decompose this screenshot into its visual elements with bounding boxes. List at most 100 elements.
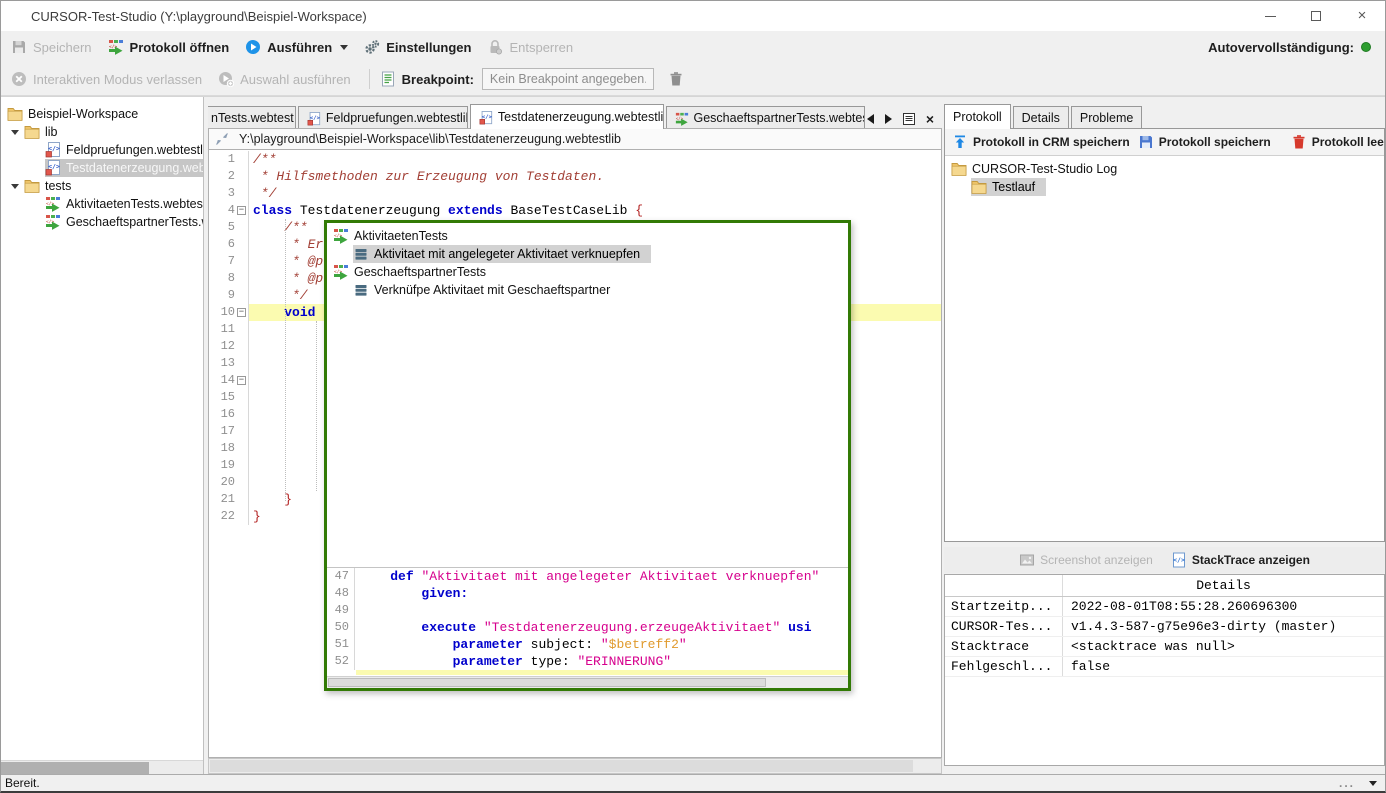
editor-tab-feldpruefungen-webtestlib[interactable]: </>Feldpruefungen.webtestlib	[298, 106, 468, 129]
teststep-tree-item-aktivitaet-mit-angelegeter-aktivitaet-verknuepfen[interactable]: Aktivitaet mit angelegeter Aktivitaet ve…	[327, 245, 848, 263]
open-protocol-button[interactable]: </> Protokoll öffnen	[108, 39, 230, 55]
log-detail-buttons: Screenshot anzeigen </> StackTrace anzei…	[944, 547, 1385, 573]
line-number: 7	[228, 253, 235, 270]
detail-key: CURSOR-Tes...	[945, 617, 1063, 636]
close-button[interactable]: ×	[1339, 1, 1385, 31]
fold-toggle-icon[interactable]: −	[237, 376, 246, 385]
protocol-tab-protokoll[interactable]: Protokoll	[944, 104, 1011, 129]
run-dropdown-caret[interactable]	[340, 45, 348, 50]
minimize-button[interactable]	[1247, 1, 1293, 31]
sidebar-horizontal-scrollbar[interactable]	[1, 760, 203, 774]
editor-scrollbar-thumb[interactable]	[210, 760, 913, 772]
tab-label: GeschaeftspartnerTests.webtest	[694, 111, 865, 125]
maximize-button[interactable]	[1293, 1, 1339, 31]
line-number: 47	[335, 568, 349, 585]
detail-value: 2022-08-01T08:55:28.260696300	[1063, 597, 1384, 616]
folder-icon	[24, 124, 40, 140]
editor-tab-testdatenerzeugung-webtestlib[interactable]: </>Testdatenerzeugung.webtestlib	[470, 104, 664, 129]
settings-button[interactable]: Einstellungen	[364, 39, 471, 55]
workspace-tree-panel: Beispiel-Workspace lib </>Feldpruefungen.w…	[1, 97, 204, 774]
workspace-tree-item-testdatenerzeugung-webtestlib[interactable]: </>Testdatenerzeugung.webtestlib	[1, 159, 203, 177]
protocol-tab-probleme[interactable]: Probleme	[1071, 106, 1143, 129]
protocol-tab-bar: ProtokollDetailsProbleme	[944, 104, 1385, 129]
line-number: 10	[221, 304, 235, 321]
line-number: 5	[228, 219, 235, 236]
code-text: def "Aktivitaet mit angelegeter Aktivita…	[355, 568, 848, 585]
tree-item-label: lib	[44, 125, 61, 139]
detail-row-cursor-tes[interactable]: CURSOR-Tes...v1.4.3-587-g75e96e3-dirty (…	[945, 617, 1384, 637]
status-dots-icon: ...	[1339, 779, 1355, 787]
tab-scroll-left-icon[interactable]	[867, 114, 874, 124]
workspace-tree-item-aktivitaetentests-webtest[interactable]: </>AktivitaetenTests.webtest	[1, 195, 203, 213]
save-button[interactable]: Speichern	[11, 39, 92, 55]
detail-row-fehlgeschl[interactable]: Fehlgeschl...false	[945, 657, 1384, 677]
expand-arrow-icon[interactable]	[11, 130, 19, 135]
workspace-tree-item-tests[interactable]: tests	[1, 177, 203, 195]
tree-item-label: GeschaeftspartnerTests.webtest	[65, 215, 203, 229]
popup-highlight-strip	[356, 670, 848, 675]
expand-arrow-icon[interactable]	[11, 184, 19, 189]
status-caret-icon[interactable]	[1369, 781, 1377, 786]
detail-row-startzeitp[interactable]: Startzeitp...2022-08-01T08:55:28.2606963…	[945, 597, 1384, 617]
popup-horizontal-scrollbar[interactable]	[327, 676, 848, 688]
fold-toggle-icon[interactable]: −	[237, 206, 246, 215]
gutter: 12	[209, 338, 249, 355]
popup-scrollbar-thumb[interactable]	[328, 678, 766, 687]
workspace-tree-item-geschaeftspartnertests-webtest[interactable]: </>GeschaeftspartnerTests.webtest	[1, 213, 203, 231]
folder-icon	[7, 106, 23, 122]
sidebar-scrollbar-thumb[interactable]	[1, 762, 149, 774]
teststep-tree-item-verkn-fpe-aktivitaet-mit-geschaeftspartner[interactable]: Verknüfpe Aktivitaet mit Geschaeftspartn…	[327, 281, 848, 299]
log-tree-item-cursor-test-studio-log[interactable]: CURSOR-Test-Studio Log	[945, 160, 1384, 178]
workspace-tree-item-beispiel-workspace[interactable]: Beispiel-Workspace	[1, 105, 203, 123]
close-icon: ×	[1358, 11, 1367, 21]
line-number: 12	[221, 338, 235, 355]
show-stacktrace-button[interactable]: </> StackTrace anzeigen	[1171, 552, 1310, 568]
workspace-tree-item-lib[interactable]: lib	[1, 123, 203, 141]
detail-value: <stacktrace was null>	[1063, 637, 1384, 656]
protocol-tab-details[interactable]: Details	[1013, 106, 1069, 129]
webtest-icon: </>	[333, 228, 349, 244]
editor-tab-ntests-webtest[interactable]: nTests.webtest	[208, 106, 296, 129]
folder-icon	[971, 179, 987, 195]
editor-tab-geschaeftspartnertests-webtest[interactable]: </>GeschaeftspartnerTests.webtest	[666, 106, 865, 129]
teststep-tree: </>AktivitaetenTestsAktivitaet mit angel…	[327, 223, 848, 567]
autocomplete-status: Autovervollständigung:	[1208, 40, 1371, 55]
tree-item-label: Testlauf	[991, 180, 1038, 194]
breakpoint-input[interactable]	[482, 68, 654, 90]
code-text: execute "Testdatenerzeugung.erzeugeAktiv…	[355, 619, 848, 636]
save-protocol-button[interactable]: Protokoll speichern	[1138, 134, 1271, 150]
code-line-2: 2 * Hilfsmethoden zur Erzeugung von Test…	[209, 168, 941, 185]
lock-icon	[487, 39, 503, 55]
workspace-tree-item-feldpruefungen-webtestlib[interactable]: </>Feldpruefungen.webtestlib	[1, 141, 203, 159]
code-text	[355, 602, 848, 619]
clear-protocol-button[interactable]: Protokoll leeren	[1291, 134, 1384, 150]
gutter: 6	[209, 236, 249, 253]
folder-icon	[951, 161, 967, 177]
unlock-button[interactable]: Entsperren	[487, 39, 573, 55]
log-tree-item-testlauf[interactable]: Testlauf	[945, 178, 1384, 196]
gutter: 52	[327, 653, 355, 670]
teststep-tree-item-geschaeftspartnertests[interactable]: </>GeschaeftspartnerTests	[327, 263, 848, 281]
collapse-arrows-icon[interactable]	[215, 132, 229, 146]
editor-horizontal-scrollbar[interactable]	[208, 758, 942, 774]
line-number: 20	[221, 474, 235, 491]
webtestlib-icon: </>	[45, 160, 61, 176]
leave-interactive-mode-button[interactable]: Interaktiven Modus verlassen	[11, 71, 202, 87]
detail-row-stacktrace[interactable]: Stacktrace<stacktrace was null>	[945, 637, 1384, 657]
code-text: */	[249, 185, 941, 202]
line-number: 49	[335, 602, 349, 619]
line-number: 22	[221, 508, 235, 525]
tab-list-icon[interactable]	[903, 113, 915, 125]
clear-breakpoint-trash-icon[interactable]	[668, 71, 684, 87]
run-button[interactable]: Ausführen	[245, 39, 348, 55]
detail-key: Startzeitp...	[945, 597, 1063, 616]
teststep-tree-item-aktivitaetentests[interactable]: </>AktivitaetenTests	[327, 227, 848, 245]
fold-toggle-icon[interactable]: −	[237, 308, 246, 317]
run-selection-button[interactable]: Auswahl ausführen	[218, 71, 351, 87]
tab-close-icon[interactable]: ×	[926, 114, 934, 124]
details-table-header: Details	[945, 575, 1384, 597]
tab-scroll-right-icon[interactable]	[885, 114, 892, 124]
save-protocol-crm-button[interactable]: Protokoll in CRM speichern	[952, 134, 1130, 150]
show-screenshot-button[interactable]: Screenshot anzeigen	[1019, 552, 1153, 568]
line-number: 17	[221, 423, 235, 440]
